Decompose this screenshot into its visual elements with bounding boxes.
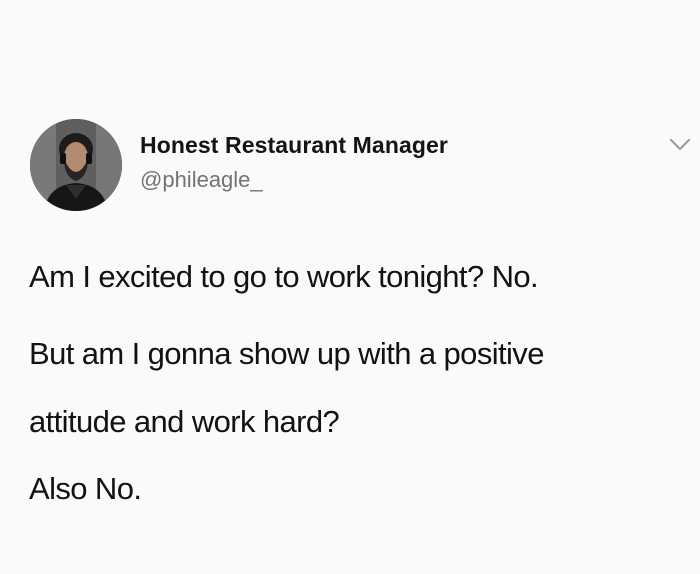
author-display-name[interactable]: Honest Restaurant Manager [140, 132, 448, 159]
author-avatar[interactable] [30, 119, 122, 211]
tweet-text-line: But am I gonna show up with a positive [29, 336, 544, 371]
avatar-photo-icon [30, 119, 122, 211]
tweet-text-line: attitude and work hard? [29, 404, 340, 439]
tweet-text-line: Am I excited to go to work tonight? No. [29, 259, 539, 294]
tweet-text-line: Also No. [29, 471, 142, 506]
chevron-down-icon[interactable] [669, 137, 691, 153]
author-handle[interactable]: @phileagle_ [140, 167, 263, 193]
tweet-card: Honest Restaurant Manager @phileagle_ Am… [0, 0, 700, 574]
